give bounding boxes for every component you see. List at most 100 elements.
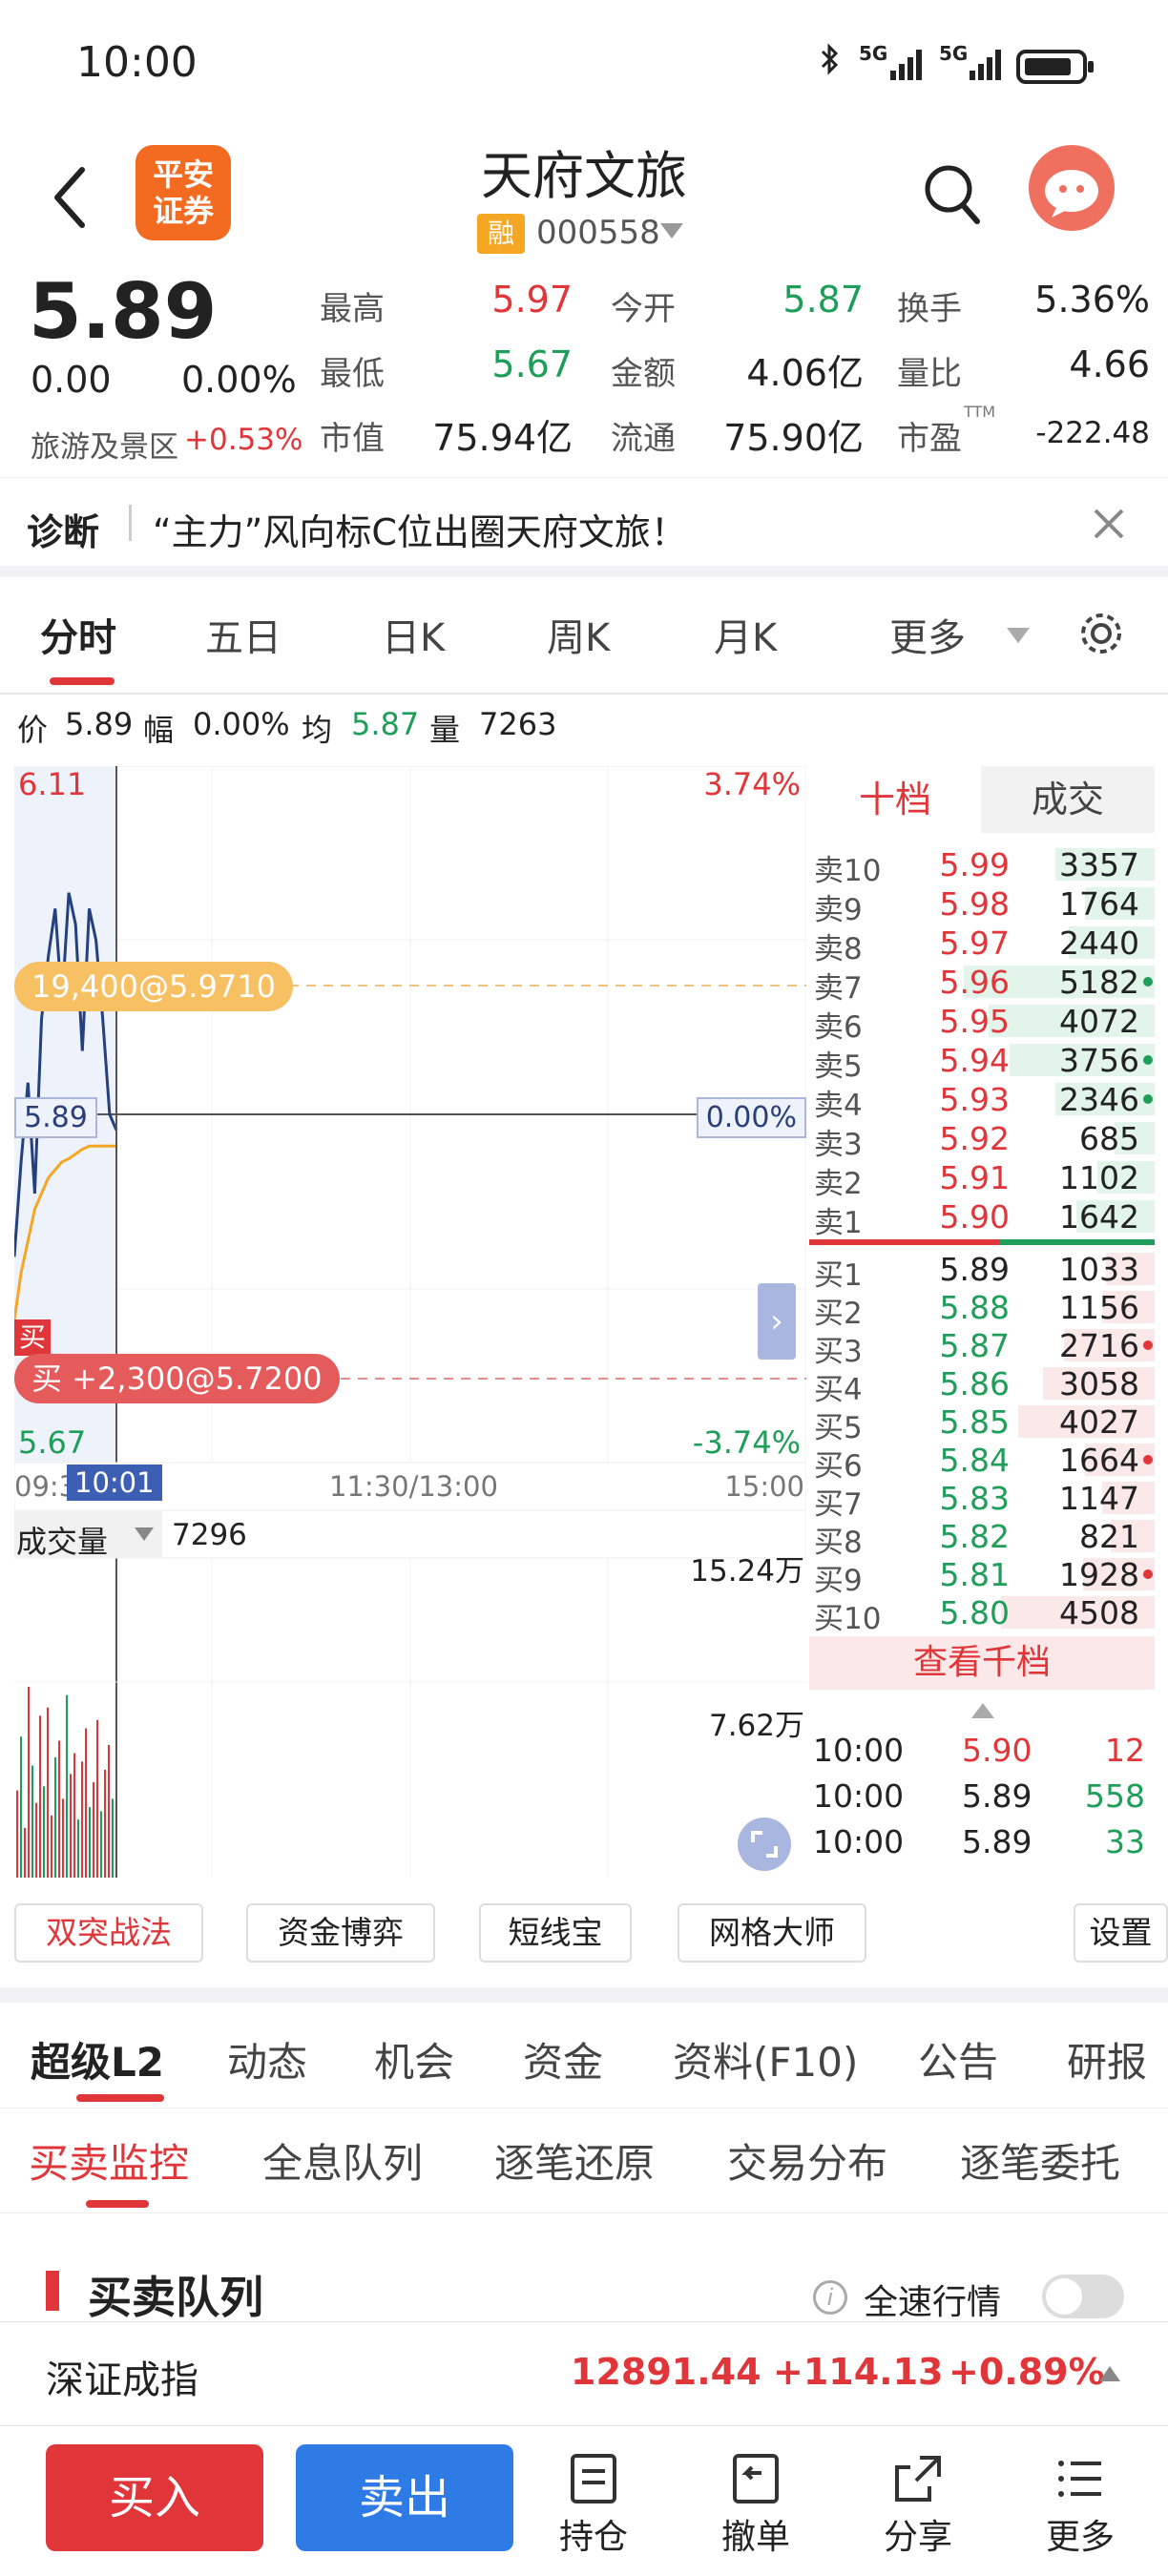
nav-holdings[interactable]: 持仓	[546, 2509, 641, 2559]
subtab-tick-orders[interactable]: 逐笔委托	[960, 2131, 1120, 2190]
subtab-trade-monitor[interactable]: 买卖监控	[29, 2131, 189, 2190]
ask-level-row[interactable]: 卖1 5.90 1642	[809, 1196, 1155, 1240]
settings-gear-icon[interactable]	[1076, 609, 1126, 658]
more-menu-icon[interactable]	[1053, 2452, 1107, 2505]
bid-level-row[interactable]: 买4 5.86 3058	[809, 1363, 1155, 1407]
quote-value: 5.36%	[1034, 279, 1150, 321]
tool-capital-game[interactable]: 资金博弈	[246, 1903, 435, 1963]
zero-pct-tag: 0.00%	[696, 1097, 806, 1138]
level-price: 5.86	[939, 1365, 1010, 1402]
share-icon[interactable]	[891, 2452, 945, 2505]
tab-trades[interactable]: 成交	[981, 766, 1155, 833]
sell-button[interactable]: 卖出	[296, 2444, 513, 2551]
trade-volume: 558	[1085, 1777, 1145, 1815]
l2-tabs: 超级L2 动态 机会 资金 资料(F10) 公告 研报	[0, 2004, 1168, 2109]
chevron-down-icon[interactable]	[658, 221, 685, 242]
stock-code[interactable]: 000558	[536, 214, 660, 252]
sector-name[interactable]: 旅游及景区	[31, 423, 178, 466]
search-icon[interactable]	[922, 162, 983, 231]
bid-level-row[interactable]: 买8 5.82 821	[809, 1516, 1155, 1560]
tab-dynamics[interactable]: 动态	[227, 2030, 307, 2088]
nav-cancel-order[interactable]: 撤单	[708, 2509, 803, 2559]
bid-level-row[interactable]: 买1 5.89 1033	[809, 1249, 1155, 1293]
tab-more[interactable]: 更多	[889, 607, 966, 662]
nav-share[interactable]: 分享	[870, 2509, 966, 2559]
bid-level-row[interactable]: 买3 5.87 2716	[809, 1325, 1155, 1369]
quote-value: 75.94亿	[432, 417, 573, 459]
view-thousand-levels-button[interactable]: 查看千档	[809, 1636, 1155, 1690]
collapse-up-icon[interactable]	[970, 1701, 996, 1720]
tab-f10[interactable]: 资料(F10)	[673, 2030, 858, 2088]
tool-grid-master[interactable]: 网格大师	[678, 1903, 866, 1963]
tab-daily-k[interactable]: 日K	[382, 607, 445, 662]
indicator-dropdown-icon[interactable]	[133, 1526, 156, 1545]
diagnosis-bar[interactable]: 诊断 “主力”风向标C位出圈天府文旅！	[0, 477, 1168, 577]
index-ticker[interactable]: 深证成指 12891.44 +114.13 +0.89%	[0, 2321, 1168, 2426]
fullscreen-icon[interactable]	[738, 1818, 791, 1871]
level-price: 5.87	[939, 1327, 1010, 1364]
ask-level-row[interactable]: 卖6 5.95 4072	[809, 1001, 1155, 1045]
more-dropdown-icon[interactable]	[1005, 626, 1032, 647]
tool-short-term[interactable]: 短线宝	[479, 1903, 632, 1963]
bid-level-row[interactable]: 买2 5.88 1156	[809, 1287, 1155, 1331]
bid-level-row[interactable]: 买10 5.80 4508	[809, 1592, 1155, 1636]
tab-announcements[interactable]: 公告	[918, 2030, 998, 2088]
nav-more[interactable]: 更多	[1032, 2509, 1128, 2559]
sector-change: +0.53%	[184, 423, 303, 457]
expand-up-icon[interactable]	[1097, 2364, 1122, 2383]
trade-price: 5.90	[962, 1732, 1032, 1769]
ask-level-row[interactable]: 卖9 5.98 1764	[809, 883, 1155, 927]
back-arrow-icon[interactable]	[46, 164, 94, 231]
bid-level-row[interactable]: 买5 5.85 4027	[809, 1402, 1155, 1445]
ask-level-row[interactable]: 卖3 5.92 685	[809, 1118, 1155, 1162]
buy-button[interactable]: 买入	[46, 2444, 263, 2551]
close-icon[interactable]	[1090, 505, 1128, 543]
tab-research[interactable]: 研报	[1067, 2030, 1147, 2088]
ask-level-row[interactable]: 卖10 5.99 3357	[809, 844, 1155, 888]
level-price: 5.82	[939, 1518, 1010, 1555]
trade-row: 10:00 5.89 558	[809, 1774, 1155, 1819]
diagnosis-label: 诊断	[27, 511, 100, 553]
assistant-avatar[interactable]	[1029, 145, 1115, 231]
tab-intraday[interactable]: 分时	[40, 607, 116, 662]
ask-level-row[interactable]: 卖2 5.91 1102	[809, 1157, 1155, 1201]
subtab-tick-replay[interactable]: 逐笔还原	[494, 2131, 655, 2190]
bid-level-row[interactable]: 买6 5.84 1664	[809, 1440, 1155, 1484]
sell-order-marker[interactable]: 19,400@5.9710	[14, 962, 293, 1011]
index-name: 深证成指	[46, 2358, 198, 2402]
tab-capital[interactable]: 资金	[523, 2030, 603, 2088]
tab-five-day[interactable]: 五日	[205, 607, 282, 662]
expand-panel-chevron-icon[interactable]: ›	[758, 1283, 796, 1360]
trade-time: 10:00	[813, 1732, 905, 1769]
holdings-icon[interactable]	[567, 2452, 620, 2505]
tab-depth[interactable]: 十档	[809, 766, 981, 833]
bid-level-row[interactable]: 买7 5.83 1147	[809, 1478, 1155, 1522]
ask-level-row[interactable]: 卖7 5.96 5182	[809, 962, 1155, 1006]
subtab-trade-distribution[interactable]: 交易分布	[727, 2131, 887, 2190]
volume-bar	[100, 1811, 102, 1878]
trade-row: 10:00 5.89 33	[809, 1819, 1155, 1865]
cancel-order-icon[interactable]	[729, 2452, 782, 2505]
tool-double-breakout[interactable]: 双突战法	[14, 1903, 203, 1963]
order-change-dot	[1143, 977, 1153, 987]
volume-bar	[66, 1694, 68, 1878]
volume-axis-mid: 7.62万	[708, 1709, 804, 1743]
volume-indicator-label[interactable]: 成交量	[16, 1518, 108, 1562]
tab-opportunity[interactable]: 机会	[374, 2030, 454, 2088]
quote-summary: 5.89 0.00 0.00% 旅游及景区 +0.53% 最高 5.97 今开 5.8…	[0, 267, 1168, 472]
stock-name[interactable]: 天府文旅	[382, 134, 786, 209]
subtab-full-queue[interactable]: 全息队列	[262, 2131, 423, 2190]
info-icon[interactable]: i	[813, 2280, 847, 2315]
ask-level-row[interactable]: 卖5 5.94 3756	[809, 1040, 1155, 1084]
fast-quote-toggle[interactable]	[1042, 2275, 1124, 2318]
tool-settings[interactable]: 设置	[1074, 1903, 1168, 1963]
tab-weekly-k[interactable]: 周K	[547, 607, 610, 662]
tab-monthly-k[interactable]: 月K	[714, 607, 777, 662]
bid-level-row[interactable]: 买9 5.81 1928	[809, 1554, 1155, 1598]
tab-super-l2[interactable]: 超级L2	[31, 2030, 164, 2088]
ask-level-row[interactable]: 卖4 5.93 2346	[809, 1079, 1155, 1123]
intraday-chart[interactable]: 6.11 3.74% 5.67 -3.74% 5.89 0.00% 19,400…	[12, 765, 807, 1878]
ask-level-row[interactable]: 卖8 5.97 2440	[809, 923, 1155, 966]
buy-order-marker[interactable]: 买 +2,300@5.7200	[14, 1354, 340, 1403]
volume-bar	[89, 1807, 91, 1878]
